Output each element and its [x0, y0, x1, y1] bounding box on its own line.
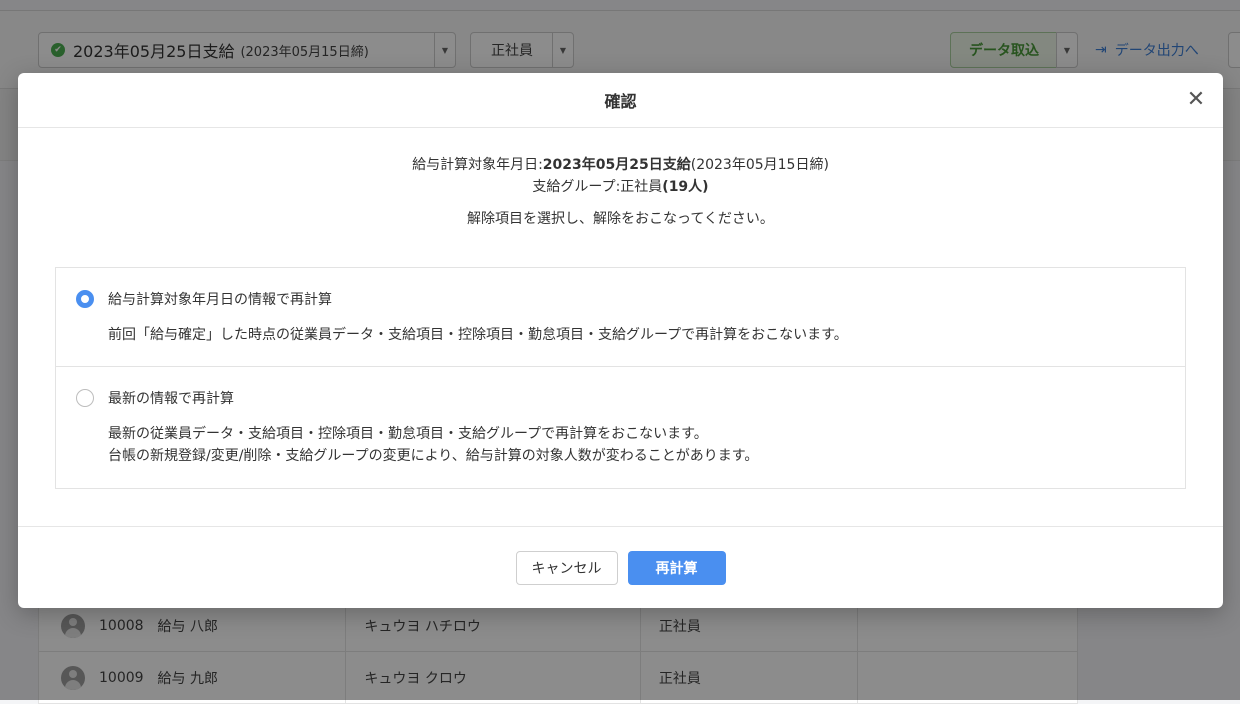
radio-button-checked[interactable] [76, 290, 94, 308]
cancel-button[interactable]: キャンセル [515, 550, 618, 585]
option-label: 給与計算対象年月日の情報で再計算 [108, 292, 332, 308]
close-icon[interactable]: ✕ [1185, 89, 1207, 111]
confirm-dialog: 確認 ✕ 給与計算対象年月日:2023年05月25日支給(2023年05月15日… [18, 73, 1223, 608]
radio-button-unchecked[interactable] [76, 389, 94, 407]
option-description: 最新の従業員データ・支給項目・控除項目・勤怠項目・支給グループで再計算をおこない… [108, 426, 759, 464]
option-description: 前回「給与確定」した時点の従業員データ・支給項目・控除項目・勤怠項目・支給グルー… [108, 327, 848, 343]
dialog-title: 確認 [604, 92, 637, 111]
recalculate-button[interactable]: 再計算 [627, 550, 726, 585]
instruction-text: 解除項目を選択し、解除をおこなってください。 [467, 211, 774, 227]
payroll-info: 給与計算対象年月日:2023年05月25日支給(2023年05月15日締) 支給… [18, 154, 1223, 230]
recalc-options: 給与計算対象年月日の情報で再計算 前回「給与確定」した時点の従業員データ・支給項… [55, 267, 1186, 489]
option-recalc-target-date[interactable]: 給与計算対象年月日の情報で再計算 前回「給与確定」した時点の従業員データ・支給項… [56, 268, 1185, 367]
option-label: 最新の情報で再計算 [108, 391, 234, 407]
option-recalc-latest[interactable]: 最新の情報で再計算 最新の従業員データ・支給項目・控除項目・勤怠項目・支給グルー… [56, 367, 1185, 489]
dialog-header: 確認 ✕ [18, 73, 1223, 128]
dialog-footer: キャンセル 再計算 [18, 526, 1223, 608]
